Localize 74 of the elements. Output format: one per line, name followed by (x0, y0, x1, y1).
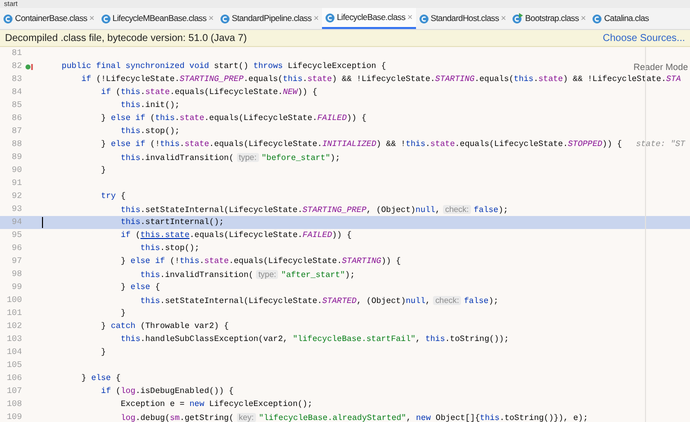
override-marker-icon[interactable] (25, 62, 35, 70)
line-number: 83 (10, 73, 22, 86)
code-line: log.debug(sm.getString( key: "lifecycleBase.alreadyStarted", new Object[]{this.toString()}), e); (120, 412, 588, 422)
line-number: 101 (6, 307, 22, 320)
code-line: this.invalidTransition( type: "before_start"); (120, 152, 340, 164)
line-number: 82 (10, 60, 22, 73)
class-icon (100, 14, 111, 24)
code-line: if (this.state.equals(LifecycleState.NEW)) { (101, 87, 318, 99)
line-number: 93 (10, 203, 22, 216)
line-number: 99 (10, 281, 22, 294)
line-number: 104 (6, 346, 22, 359)
code-line: } (101, 165, 106, 177)
banner-text: Decompiled .class file, bytecode version: 51.0 (Java 7) (5, 32, 247, 46)
code-line: } else if (!this.state.equals(LifecycleState.INITIALIZED) && !this.state.equals(LifecycleState.STOPPED)) { state: "ST (101, 139, 686, 151)
line-number: 86 (10, 112, 22, 125)
editor-tab[interactable]: Bootstrap.class × (509, 8, 590, 29)
line-number: 103 (6, 333, 22, 346)
code-line: public final synchronized void start() throws LifecycleException { (62, 61, 386, 73)
line-number: 95 (10, 229, 22, 242)
line-number: 98 (10, 268, 22, 281)
editor-tab[interactable]: StandardHost.class × (416, 8, 510, 29)
class-icon (418, 14, 429, 24)
line-number: 91 (10, 177, 22, 190)
code-line: this.startInternal(); (120, 217, 224, 229)
class-icon (592, 14, 602, 24)
editor-tab[interactable]: StandardPipeline.class × (216, 8, 322, 29)
line-number: 108 (6, 398, 22, 411)
code-line: this.stop(); (120, 126, 180, 138)
line-number: 84 (10, 86, 22, 99)
line-number: 81 (10, 47, 22, 60)
code-line: try { (101, 191, 126, 203)
class-icon (220, 14, 230, 24)
reader-mode-label[interactable]: Reader Mode (633, 61, 688, 74)
code-line: } else if (this.state.equals(LifecycleState.FAILED)) { (101, 113, 366, 125)
line-number: 89 (10, 151, 22, 164)
line-number: 106 (6, 372, 22, 385)
line-number: 105 (6, 359, 22, 372)
line-number: 88 (10, 138, 22, 151)
code-line: } catch (Throwable var2) { (101, 321, 229, 333)
code-line: } else { (81, 373, 121, 385)
choose-sources-link[interactable]: Choose Sources... (602, 30, 685, 46)
code-line: } (120, 308, 126, 320)
line-number: 109 (6, 411, 22, 422)
code-line: } else if (!this.state.equals(LifecycleState.STARTING)) { (120, 256, 401, 268)
class-icon (324, 12, 335, 22)
code-line: if (this.state.equals(LifecycleState.FAILED)) { (120, 230, 352, 242)
code-line: Exception e = new LifecycleException(); (120, 399, 312, 411)
line-number: 87 (10, 125, 22, 138)
line-number: 92 (10, 190, 22, 203)
line-number: 107 (6, 385, 22, 398)
code-line: this.handleSubClassException(var2, "lifecycleBase.startFail", this.toString()); (120, 334, 509, 346)
line-number: 85 (10, 99, 22, 112)
editor-tab[interactable]: LifecycleMBeanBase.class × (98, 8, 217, 29)
editor-tab[interactable]: Catalina.clas (589, 8, 652, 29)
line-number: 102 (6, 320, 22, 333)
line-number: 97 (10, 255, 22, 268)
text-cursor (42, 217, 43, 228)
runnable-class-icon (512, 13, 524, 24)
editor-tab[interactable]: LifecycleBase.class × (322, 8, 416, 29)
code-line: this.setStateInternal(LifecycleState.STARTING_PREP, (Object)null, check: false); (120, 204, 508, 216)
code-line: if (!LifecycleState.STARTING_PREP.equals(this.state) && !LifecycleState.STARTING.equals(this.state) && !LifecycleState.STA (81, 74, 681, 86)
code-line: if (log.isDebugEnabled()) { (101, 386, 234, 398)
class-icon (3, 14, 13, 24)
line-number: 96 (10, 242, 22, 255)
line-number: 94 (10, 216, 22, 229)
code-line: } else { (120, 282, 160, 294)
line-number: 100 (6, 294, 22, 307)
code-line: this.stop(); (140, 243, 200, 255)
code-line: this.setStateInternal(LifecycleState.STARTED, (Object)null, check: false); (140, 294, 498, 308)
line-number: 90 (10, 164, 22, 177)
code-line: this.invalidTransition( type: "after_start"); (140, 268, 355, 282)
editor-tab[interactable]: ContainerBase.class × (0, 8, 98, 29)
code-line: this.init(); (120, 100, 180, 112)
code-line: } (101, 347, 106, 359)
